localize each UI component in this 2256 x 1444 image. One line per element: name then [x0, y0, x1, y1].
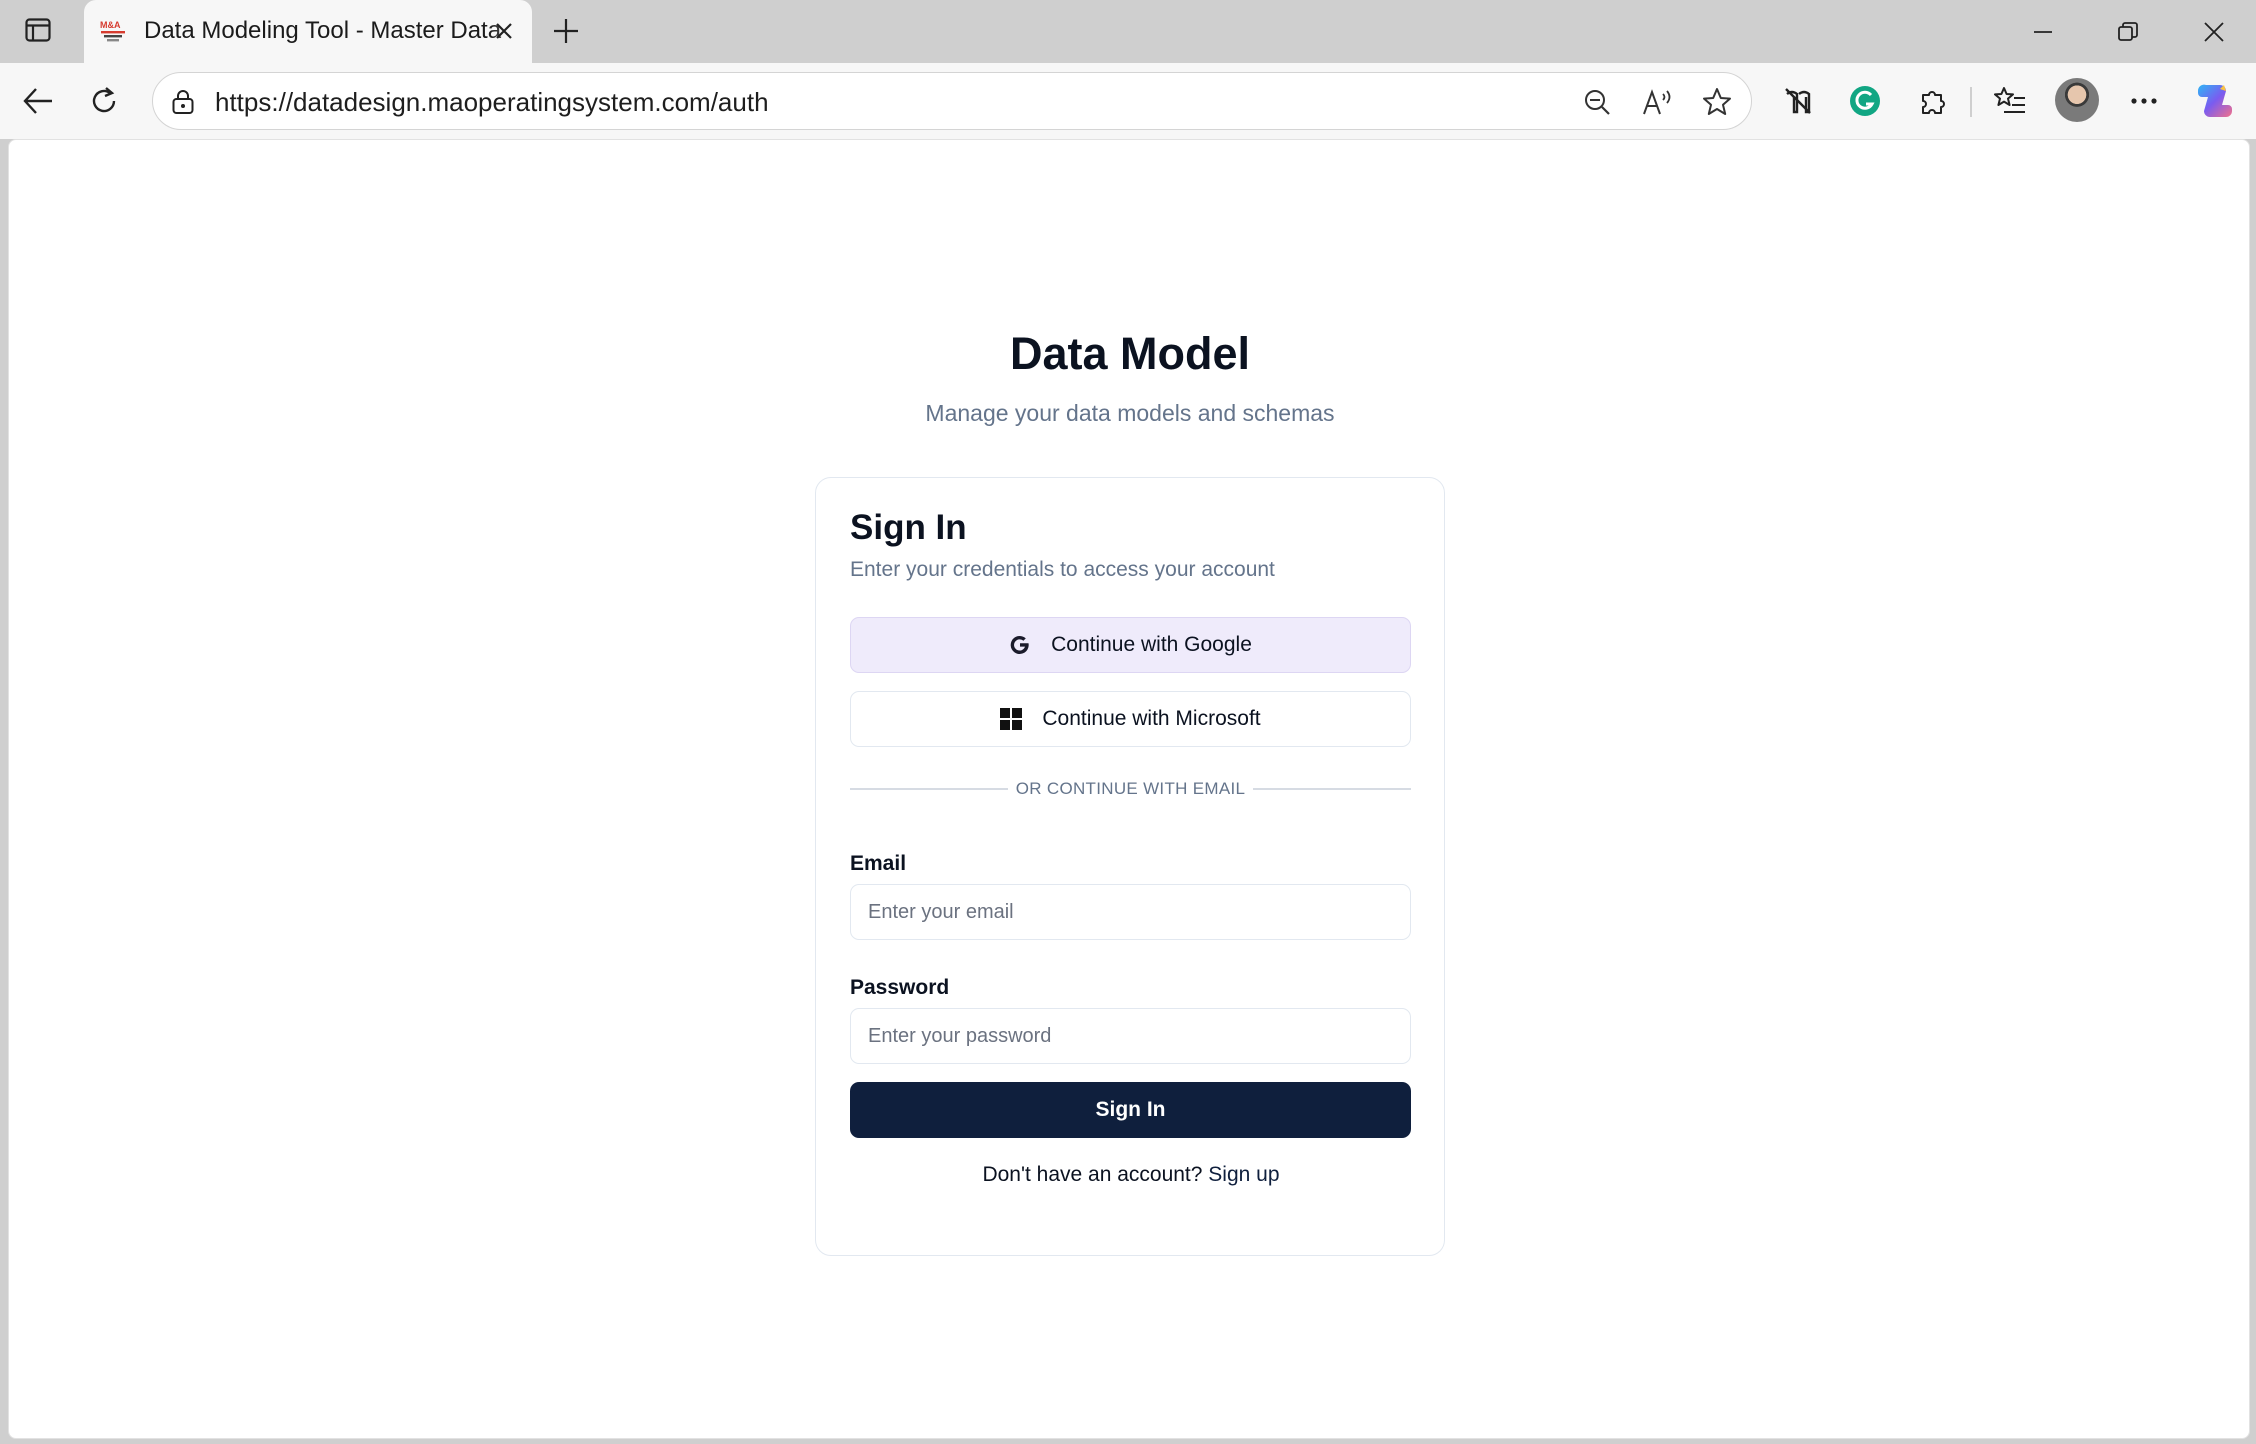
app-title: Data Model: [1009, 328, 1251, 379]
microsoft-icon: [1000, 708, 1023, 730]
sign-in-card: Sign In Enter your credentials to access…: [815, 477, 1445, 1256]
minimize-icon[interactable]: [2023, 12, 2063, 52]
zoom-out-icon[interactable]: [1577, 82, 1617, 122]
close-tab-icon[interactable]: [488, 15, 520, 47]
password-label: Password: [850, 976, 950, 999]
google-icon: [1009, 634, 1031, 656]
app-subtitle: Manage your data models and schemas: [925, 400, 1335, 426]
site-info-lock-icon[interactable]: [167, 86, 199, 118]
copilot-icon[interactable]: [2192, 79, 2236, 123]
restore-icon[interactable]: [2108, 12, 2148, 52]
email-field[interactable]: [850, 884, 1411, 940]
refresh-icon[interactable]: [82, 79, 126, 123]
new-tab-icon[interactable]: [548, 13, 584, 49]
toolbar-separator: [1970, 87, 1972, 117]
divider-line-right: [1253, 788, 1411, 790]
grammarly-extension-icon[interactable]: [1843, 79, 1887, 123]
favorite-star-icon[interactable]: [1697, 82, 1737, 122]
microsoft-button-label: Continue with Microsoft: [1042, 707, 1261, 730]
continue-with-google-button[interactable]: Continue with Google: [850, 617, 1411, 673]
extensions-puzzle-icon[interactable]: [1911, 79, 1955, 123]
sign-up-link[interactable]: Sign up: [1208, 1163, 1279, 1186]
browser-toolbar: https://datadesign.maoperatingsystem.com…: [0, 63, 2256, 139]
or-divider: OR CONTINUE WITH EMAIL: [850, 777, 1411, 801]
profile-avatar[interactable]: [2055, 78, 2099, 122]
signup-prompt-row: Don't have an account? Sign up: [816, 1163, 1446, 1187]
continue-with-microsoft-button[interactable]: Continue with Microsoft: [850, 691, 1411, 747]
site-favicon-icon: M&A: [98, 18, 128, 44]
email-label: Email: [850, 852, 907, 875]
browser-tab-active[interactable]: M&A Data Modeling Tool - Master Data: [84, 0, 532, 63]
more-options-icon[interactable]: [2122, 79, 2166, 123]
tab-strip: M&A Data Modeling Tool - Master Data: [0, 0, 2256, 63]
google-button-label: Continue with Google: [1051, 633, 1252, 656]
sign-in-button[interactable]: Sign In: [850, 1082, 1411, 1138]
address-bar[interactable]: https://datadesign.maoperatingsystem.com…: [152, 72, 1752, 130]
close-window-icon[interactable]: [2194, 12, 2234, 52]
tracking-prevention-icon[interactable]: [1776, 79, 1820, 123]
read-aloud-icon[interactable]: [1638, 82, 1678, 122]
favorites-list-icon[interactable]: [1988, 79, 2032, 123]
back-icon[interactable]: [16, 79, 60, 123]
page-viewport: Data Model Manage your data models and s…: [8, 139, 2250, 1439]
favicon-text: M&A: [100, 20, 121, 30]
sign-in-title: Sign In: [850, 508, 967, 547]
sign-in-subtitle: Enter your credentials to access your ac…: [850, 558, 1275, 581]
address-url[interactable]: https://datadesign.maoperatingsystem.com…: [215, 87, 769, 118]
signup-prompt-text: Don't have an account?: [982, 1163, 1203, 1186]
password-field[interactable]: [850, 1008, 1411, 1064]
sidebar-toggle-icon[interactable]: [22, 14, 54, 46]
